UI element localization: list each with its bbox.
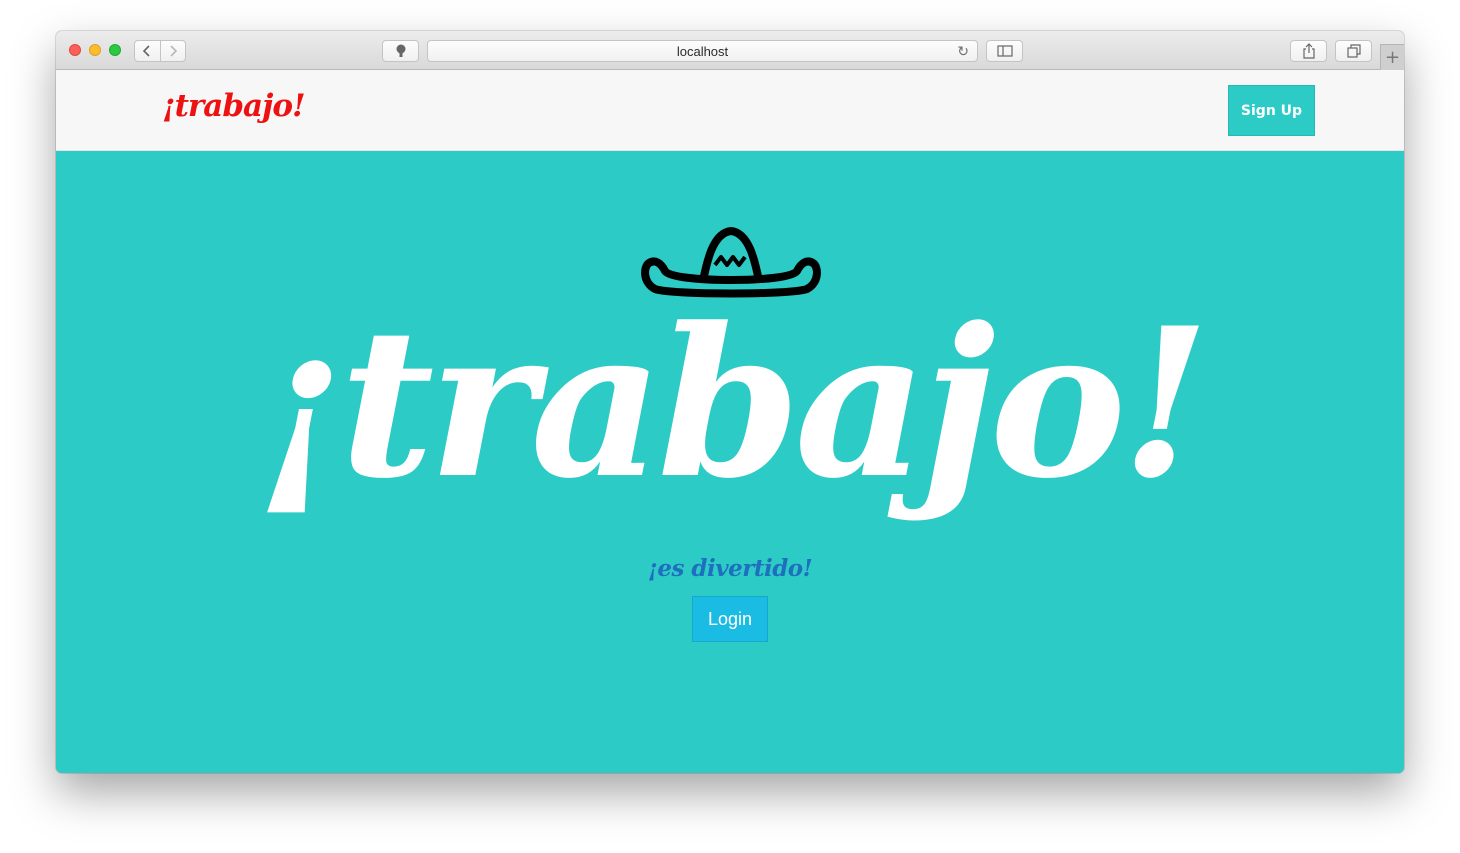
web-page: ¡trabajo! Sign Up ¡trabajo! ¡es divertid…: [56, 70, 1404, 773]
sidebar-button[interactable]: [986, 40, 1023, 62]
url-text: localhost: [676, 43, 729, 59]
privacy-button[interactable]: [382, 40, 419, 62]
brand-logo[interactable]: ¡trabajo!: [162, 88, 306, 124]
new-tab-button[interactable]: +: [1380, 44, 1404, 70]
address-bar[interactable]: localhost ↻: [427, 40, 978, 62]
back-button[interactable]: [135, 41, 160, 61]
hero-section: ¡trabajo! ¡es divertido! Login: [56, 151, 1404, 773]
tabs-icon: [1346, 44, 1361, 58]
maximize-window-button[interactable]: [109, 44, 121, 56]
tab-overview-button[interactable]: [1335, 40, 1372, 62]
chevron-left-icon: [143, 45, 151, 57]
browser-window: localhost ↻ + ¡trabajo! Sign Up ¡trabajo…: [56, 31, 1404, 773]
reload-icon[interactable]: ↻: [957, 43, 969, 60]
forward-button[interactable]: [159, 41, 185, 61]
chevron-right-icon: [170, 45, 178, 57]
close-window-button[interactable]: [69, 44, 81, 56]
share-icon: [1302, 43, 1315, 59]
history-nav: [134, 40, 186, 62]
site-navbar: ¡trabajo! Sign Up: [56, 70, 1404, 151]
hero-tagline: ¡es divertido!: [647, 555, 813, 582]
share-button[interactable]: [1290, 40, 1327, 62]
minimize-window-button[interactable]: [89, 44, 101, 56]
hero-title: ¡trabajo!: [255, 284, 1211, 524]
sign-up-button[interactable]: Sign Up: [1228, 85, 1315, 136]
browser-toolbar: localhost ↻ +: [56, 31, 1404, 70]
login-button[interactable]: Login: [692, 596, 768, 642]
privacy-icon: [396, 44, 405, 57]
sidebar-icon: [996, 45, 1013, 57]
